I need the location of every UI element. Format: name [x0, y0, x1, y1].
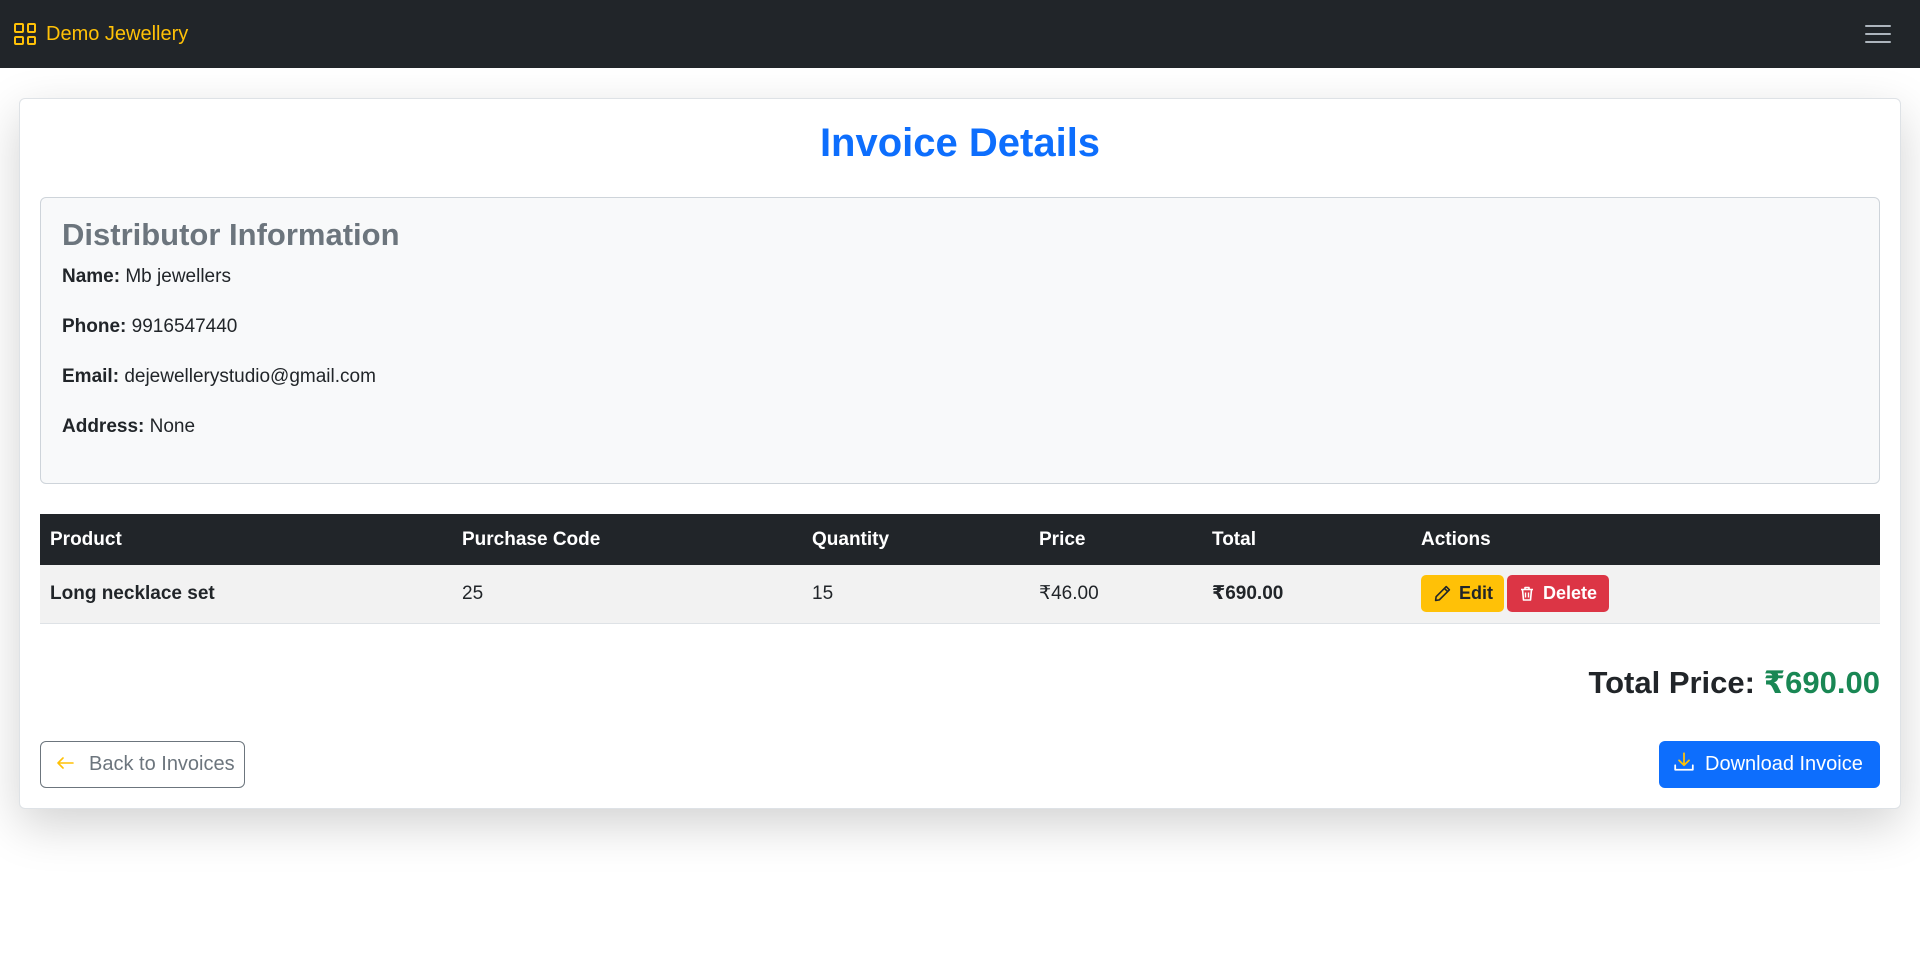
navbar: Demo Jewellery: [0, 0, 1920, 68]
header-actions: Actions: [1421, 528, 1491, 550]
distributor-name: Name: Mb jewellers: [62, 264, 1858, 290]
distributor-email: Email: dejewellerystudio@gmail.com: [62, 364, 1858, 390]
cell-product: Long necklace set: [50, 582, 215, 604]
cell-total: ₹690.00: [1212, 583, 1284, 605]
hamburger-menu-icon[interactable]: [1850, 12, 1906, 56]
distributor-heading: Distributor Information: [62, 217, 400, 252]
name-label: Name:: [62, 266, 121, 288]
email-label: Email:: [62, 366, 120, 388]
phone-value: 9916547440: [131, 316, 238, 338]
download-icon: [1673, 751, 1695, 779]
header-quantity: Quantity: [812, 528, 890, 550]
cell-price: ₹46.00: [1039, 583, 1099, 605]
total-price-label: Total Price:: [1588, 665, 1755, 700]
header-total: Total: [1212, 528, 1256, 550]
table-row: Long necklace set 25 15 ₹46.00 ₹690.00 E…: [40, 565, 1880, 623]
address-value: None: [149, 416, 196, 438]
back-to-invoices-button[interactable]: Back to Invoices: [40, 741, 245, 788]
name-value: Mb jewellers: [125, 266, 231, 288]
page-title: Invoice Details: [819, 121, 1101, 165]
dashboard-grid-icon: [14, 23, 36, 45]
back-label: Back to Invoices: [89, 753, 235, 775]
trash-icon: [1519, 585, 1535, 602]
header-purchase-code: Purchase Code: [462, 528, 601, 550]
total-price-value: ₹690.00: [1763, 665, 1880, 700]
total-price-summary: Total Price: ₹690.00: [1588, 665, 1880, 701]
header-price: Price: [1039, 528, 1086, 550]
distributor-info-panel: Distributor Information Name: Mb jewelle…: [40, 197, 1880, 484]
edit-label: Edit: [1459, 583, 1493, 604]
header-product: Product: [50, 528, 122, 550]
download-invoice-button[interactable]: Download Invoice: [1659, 741, 1880, 788]
address-label: Address:: [62, 416, 145, 438]
delete-label: Delete: [1543, 583, 1598, 604]
brand-name: Demo Jewellery: [46, 22, 189, 45]
edit-button[interactable]: Edit: [1421, 575, 1504, 613]
arrow-left-icon: [55, 753, 75, 776]
invoice-card: Invoice Details Distributor Information …: [19, 98, 1901, 809]
cell-quantity: 15: [812, 582, 834, 604]
distributor-address: Address: None: [62, 414, 1858, 440]
invoice-items-table: Product Purchase Code Quantity Price Tot…: [40, 514, 1880, 624]
phone-label: Phone:: [62, 316, 127, 338]
delete-button[interactable]: Delete: [1507, 575, 1610, 613]
pencil-icon: [1434, 585, 1451, 602]
table-header-row: Product Purchase Code Quantity Price Tot…: [40, 514, 1880, 565]
email-value: dejewellerystudio@gmail.com: [124, 366, 376, 388]
cell-actions: Edit Delete: [1411, 565, 1880, 623]
brand-link[interactable]: Demo Jewellery: [14, 23, 188, 46]
distributor-phone: Phone: 9916547440: [62, 314, 1858, 340]
cell-purchase-code: 25: [462, 582, 484, 604]
download-label: Download Invoice: [1705, 753, 1863, 775]
